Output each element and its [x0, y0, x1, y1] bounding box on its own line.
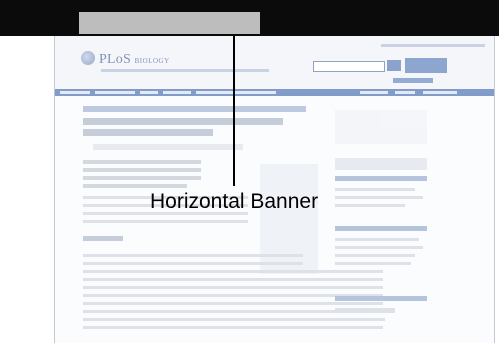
- right-sidebar-line: [335, 188, 415, 191]
- right-sidebar-header: [335, 176, 427, 181]
- site-logo: PLoS BIOLOGY: [99, 52, 170, 68]
- body-line: [83, 326, 383, 329]
- utility-links-bar: [381, 44, 485, 47]
- article-tabs: [93, 144, 243, 150]
- logo-main-text: PLoS: [99, 52, 131, 67]
- site-header: PLoS BIOLOGY: [55, 36, 494, 89]
- nav-item: [60, 91, 90, 94]
- right-sidebar-header: [335, 226, 427, 231]
- nav-item: [196, 91, 276, 94]
- author-line: [83, 184, 187, 188]
- site-nav-bar: [55, 89, 494, 96]
- right-sidebar-line: [335, 246, 423, 249]
- nav-item: [395, 91, 415, 94]
- right-sidebar-line: [335, 196, 423, 199]
- right-sidebar-box: [335, 110, 427, 144]
- callout-label: Horizontal Banner: [150, 190, 319, 213]
- author-line: [83, 160, 201, 164]
- article-type-bar: [83, 106, 306, 112]
- article-title-line: [83, 129, 213, 136]
- faded-article-content: [55, 96, 494, 343]
- right-sidebar-line: [335, 262, 411, 265]
- right-sidebar-line: [335, 238, 419, 241]
- body-line: [83, 302, 383, 305]
- right-sidebar-header: [335, 296, 427, 301]
- search-button: [387, 60, 401, 71]
- section-heading: [83, 236, 123, 241]
- nav-item: [163, 91, 191, 94]
- logo-sub-text: BIOLOGY: [134, 57, 170, 65]
- author-line: [83, 168, 201, 172]
- body-line: [83, 220, 248, 223]
- body-line: [83, 286, 383, 289]
- author-line: [83, 176, 201, 180]
- body-line: [83, 278, 383, 281]
- callout-pointer-line: [233, 36, 235, 186]
- search-input: [313, 61, 385, 72]
- right-sidebar-line: [335, 318, 385, 321]
- article-title-line: [83, 118, 283, 125]
- header-action-button: [405, 58, 447, 73]
- right-sidebar-line: [335, 308, 395, 313]
- plos-logo-icon: [81, 51, 95, 65]
- nav-item: [423, 91, 457, 94]
- right-sidebar-line: [335, 204, 405, 207]
- body-line: [83, 270, 383, 273]
- right-sidebar-box: [335, 158, 427, 170]
- logo-tagline-bar: [101, 69, 269, 72]
- header-secondary-button: [393, 78, 433, 83]
- nav-item: [140, 91, 158, 94]
- nav-item: [360, 91, 388, 94]
- horizontal-banner-region: [79, 12, 260, 34]
- nav-item: [95, 91, 135, 94]
- body-line: [83, 262, 303, 265]
- inline-sidebar-box: [260, 164, 318, 274]
- body-line: [83, 254, 303, 257]
- right-sidebar-line: [335, 254, 415, 257]
